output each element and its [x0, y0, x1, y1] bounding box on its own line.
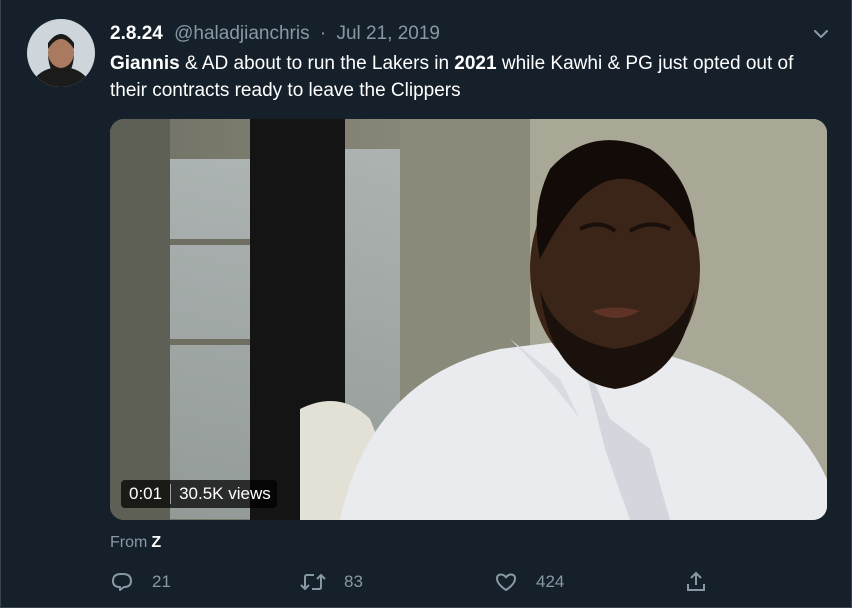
share-button[interactable]: [684, 568, 726, 596]
source-account-link[interactable]: Z: [151, 534, 161, 551]
user-handle[interactable]: @haladjianchris: [174, 23, 309, 44]
reply-icon: [112, 573, 132, 591]
retweet-icon: [300, 573, 326, 591]
share-icon: [687, 571, 705, 591]
tweet-text-bold-2: 2021: [454, 53, 497, 74]
video-player[interactable]: 0:01 30.5K views: [110, 119, 827, 520]
tweet-text-part-2: & AD about to run the Lakers in: [179, 53, 455, 74]
tweet-text: Giannis & AD about to run the Lakers in …: [110, 50, 830, 104]
avatar[interactable]: [27, 19, 95, 87]
tweet-text-bold-1[interactable]: Giannis: [110, 53, 180, 74]
retweet-count: 83: [344, 572, 363, 591]
like-button[interactable]: 424: [494, 568, 564, 596]
video-thumbnail: [110, 119, 827, 520]
video-info-badge: 0:01 30.5K views: [121, 480, 277, 508]
reply-button[interactable]: 21: [110, 568, 171, 596]
display-name[interactable]: 2.8.24: [110, 23, 163, 44]
badge-divider: [170, 484, 172, 504]
tweet-header: 2.8.24 @haladjianchris · Jul 21, 2019: [110, 22, 831, 46]
like-count: 424: [536, 572, 565, 591]
video-timestamp: 0:01: [129, 484, 163, 503]
avatar-image: [27, 19, 95, 87]
heart-icon: [496, 573, 516, 591]
reply-count: 21: [152, 572, 171, 591]
tweet-card[interactable]: 2.8.24 @haladjianchris · Jul 21, 2019 Gi…: [0, 0, 852, 608]
tweet-date[interactable]: Jul 21, 2019: [336, 23, 440, 44]
tweet-actions: 21 83 424: [110, 568, 720, 596]
separator-dot: ·: [319, 23, 327, 44]
media-source: From Z: [110, 532, 161, 554]
retweet-button[interactable]: 83: [300, 568, 363, 596]
video-views: 30.5K views: [179, 484, 271, 503]
chevron-down-icon[interactable]: [811, 22, 831, 46]
source-prefix: From: [110, 534, 148, 551]
